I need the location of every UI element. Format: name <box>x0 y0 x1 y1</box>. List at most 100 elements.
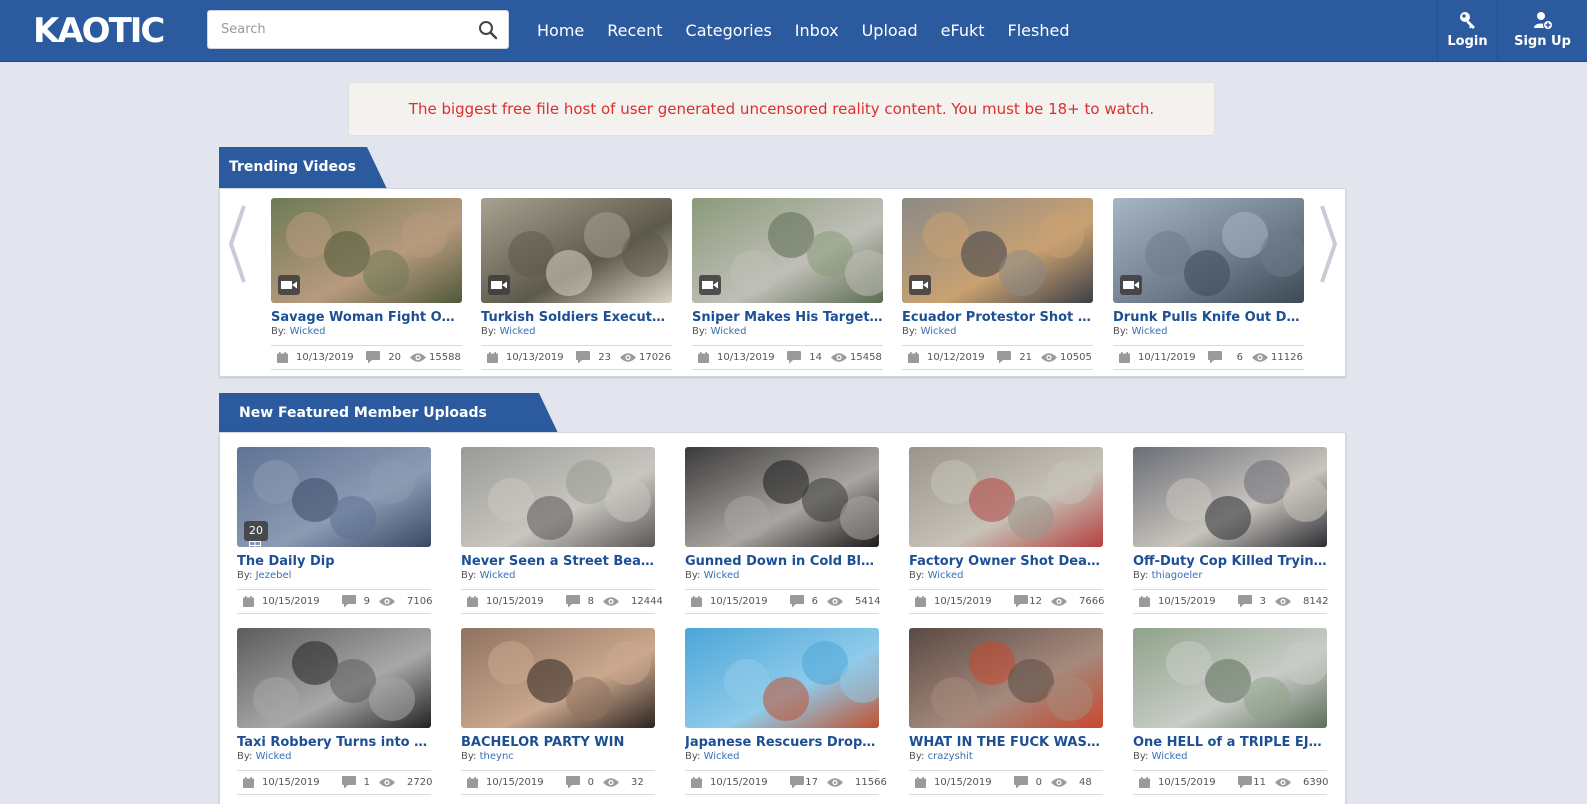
video-thumbnail[interactable] <box>271 198 462 303</box>
featured-video-card[interactable]: Factory Owner Shot Dead i… By: Wicked 10/1… <box>909 447 1104 614</box>
trending-video-card[interactable]: Turkish Soldiers Execute K… By: Wicked 10/… <box>481 198 672 370</box>
featured-video-card[interactable]: WHAT IN THE FUCK WAS T… By: crazyshit 10/1… <box>909 628 1103 795</box>
trending-video-card[interactable]: Savage Woman Fight Over … By: Wicked 10/13… <box>271 198 462 370</box>
comment-count: 21 <box>1019 352 1032 363</box>
nav-categories[interactable]: Categories <box>686 20 772 42</box>
carousel-prev-icon[interactable] <box>228 204 246 284</box>
featured-video-card[interactable]: One HELL of a TRIPLE EJEC… By: Wicked 10/1… <box>1133 628 1328 795</box>
view-count: 32 <box>631 777 644 788</box>
calendar-icon <box>243 596 254 607</box>
video-thumbnail[interactable] <box>237 628 431 728</box>
thumbnail-image <box>909 628 1103 728</box>
comment-count: 6 <box>1236 352 1243 363</box>
video-title-link[interactable]: One HELL of a TRIPLE EJEC… <box>1133 735 1327 750</box>
search-box <box>207 10 509 49</box>
by-label: By: <box>237 570 253 581</box>
video-thumbnail[interactable] <box>1133 447 1327 547</box>
featured-video-card[interactable]: Taxi Robbery Turns into a S… By: Wicked 10… <box>237 628 432 795</box>
comment-count: 6 <box>811 596 818 607</box>
uploader-link[interactable]: Wicked <box>290 326 326 337</box>
comment-count: 20 <box>388 352 401 363</box>
upload-date: 10/15/2019 <box>262 777 320 788</box>
search-icon[interactable] <box>478 20 498 40</box>
featured-video-card[interactable]: Never Seen a Street Beatin… By: Wicked 10/… <box>461 447 663 614</box>
featured-video-card[interactable]: Gunned Down in Cold Blood By: Wicked 10/15… <box>685 447 880 614</box>
video-thumbnail[interactable] <box>481 198 672 303</box>
uploader-link[interactable]: Wicked <box>711 326 747 337</box>
views-icon <box>1275 596 1291 607</box>
uploader-link[interactable]: Wicked <box>500 326 536 337</box>
comment-count: 14 <box>809 352 822 363</box>
video-thumbnail[interactable] <box>909 628 1103 728</box>
video-thumbnail[interactable] <box>902 198 1093 303</box>
view-count: 15588 <box>429 352 461 363</box>
nav-efukt[interactable]: eFukt <box>941 20 985 42</box>
video-thumbnail[interactable] <box>685 447 879 547</box>
search-input[interactable] <box>208 11 468 48</box>
video-title-link[interactable]: BACHELOR PARTY WIN <box>461 735 655 750</box>
uploader-link[interactable]: crazyshit <box>928 751 973 762</box>
video-title-link[interactable]: Drunk Pulls Knife Out Duri… <box>1113 310 1304 325</box>
uploader-link[interactable]: Wicked <box>1132 326 1168 337</box>
nav-home[interactable]: Home <box>537 20 584 42</box>
video-title-link[interactable]: Off-Duty Cop Killed Trying t… <box>1133 554 1327 569</box>
uploader-link[interactable]: thiagoeler <box>1152 570 1203 581</box>
uploader-link[interactable]: Jezebel <box>256 570 292 581</box>
video-title-link[interactable]: Never Seen a Street Beatin… <box>461 554 655 569</box>
upload-date: 10/15/2019 <box>934 596 992 607</box>
uploader-link[interactable]: Wicked <box>1152 751 1188 762</box>
uploader-link[interactable]: Wicked <box>928 570 964 581</box>
video-thumbnail[interactable] <box>461 628 655 728</box>
logo-graphic: KAOTIC <box>33 11 165 51</box>
nav-fleshed[interactable]: Fleshed <box>1008 20 1070 42</box>
site-logo[interactable]: KAOTIC <box>33 4 173 54</box>
featured-panel: 20 The Daily Dip By: Jezebel 10/15/2019 9 71… <box>219 432 1346 804</box>
video-title-link[interactable]: Savage Woman Fight Over … <box>271 310 462 325</box>
video-title-link[interactable]: Gunned Down in Cold Blood <box>685 554 879 569</box>
video-title-link[interactable]: Taxi Robbery Turns into a S… <box>237 735 431 750</box>
video-thumbnail[interactable] <box>461 447 655 547</box>
video-title-link[interactable]: The Daily Dip <box>237 554 431 569</box>
video-title-link[interactable]: Turkish Soldiers Execute K… <box>481 310 672 325</box>
uploader-link[interactable]: Wicked <box>704 751 740 762</box>
video-thumbnail[interactable]: 20 <box>237 447 431 547</box>
video-title-link[interactable]: Sniper Makes His Target S… <box>692 310 883 325</box>
video-thumbnail[interactable] <box>685 628 879 728</box>
video-title-link[interactable]: Ecuador Protestor Shot in t… <box>902 310 1093 325</box>
featured-video-card[interactable]: 20 The Daily Dip By: Jezebel 10/15/2019 9 71… <box>237 447 432 614</box>
trending-panel: Savage Woman Fight Over … By: Wicked 10/13… <box>219 188 1346 377</box>
video-thumbnail[interactable] <box>909 447 1103 547</box>
trending-video-card[interactable]: Sniper Makes His Target S… By: Wicked 10/1… <box>692 198 883 370</box>
thumbnail-image <box>461 628 655 728</box>
video-title-link[interactable]: Japanese Rescuers Drop W… <box>685 735 879 750</box>
uploader-link[interactable]: Wicked <box>704 570 740 581</box>
nav-inbox[interactable]: Inbox <box>795 20 839 42</box>
comment-count: 17 <box>805 777 818 788</box>
video-thumbnail[interactable] <box>1133 628 1327 728</box>
signup-button[interactable]: Sign Up <box>1497 0 1587 62</box>
login-button[interactable]: Login <box>1437 0 1497 62</box>
featured-video-card[interactable]: BACHELOR PARTY WIN By: theync 10/15/2019 0 3… <box>461 628 655 795</box>
uploader-link[interactable]: theync <box>480 751 514 762</box>
nav-recent[interactable]: Recent <box>607 20 662 42</box>
trending-video-card[interactable]: Drunk Pulls Knife Out Duri… By: Wicked 10/… <box>1113 198 1304 370</box>
comment-count: 8 <box>587 596 594 607</box>
video-thumbnail[interactable] <box>692 198 883 303</box>
video-thumbnail[interactable] <box>1113 198 1304 303</box>
carousel-next-icon[interactable] <box>1320 204 1338 284</box>
comment-count: 3 <box>1259 596 1266 607</box>
nav-upload[interactable]: Upload <box>862 20 918 42</box>
upload-date: 10/13/2019 <box>296 352 354 363</box>
upload-date: 10/15/2019 <box>710 777 768 788</box>
uploader-link[interactable]: Wicked <box>480 570 516 581</box>
video-stats: 10/13/2019 20 15588 <box>271 345 462 370</box>
video-stats: 10/12/2019 21 10505 <box>902 345 1093 370</box>
video-title-link[interactable]: Factory Owner Shot Dead i… <box>909 554 1103 569</box>
featured-video-card[interactable]: Japanese Rescuers Drop W… By: Wicked 10/15… <box>685 628 887 795</box>
trending-video-card[interactable]: Ecuador Protestor Shot in t…By: Wicked 10… <box>902 198 1093 370</box>
uploader-link[interactable]: Wicked <box>921 326 957 337</box>
uploader-line: By: Jezebel <box>237 570 431 581</box>
featured-video-card[interactable]: Off-Duty Cop Killed Trying t… By: thiagoe… <box>1133 447 1328 614</box>
video-title-link[interactable]: WHAT IN THE FUCK WAS T… <box>909 735 1103 750</box>
uploader-link[interactable]: Wicked <box>256 751 292 762</box>
